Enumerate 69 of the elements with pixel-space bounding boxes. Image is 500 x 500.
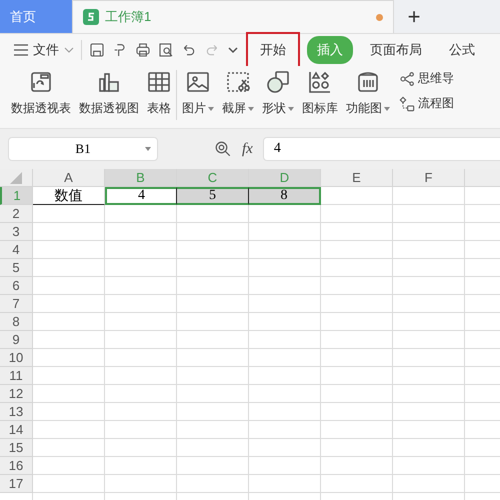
- row-header[interactable]: 13: [0, 403, 33, 421]
- ribbon-tab[interactable]: 页面布局: [360, 36, 432, 64]
- flowchart-icon: [399, 96, 415, 112]
- row-header[interactable]: 8: [0, 313, 33, 331]
- column-header[interactable]: F: [393, 169, 465, 187]
- table-cell: 5: [177, 187, 249, 205]
- function-chart-icon: [356, 70, 380, 94]
- row-header[interactable]: 15: [0, 439, 33, 457]
- ribbon-tool-button[interactable]: 思维导: [399, 70, 454, 87]
- row-header[interactable]: 4: [0, 241, 33, 259]
- save-icon: [89, 42, 105, 58]
- column-header[interactable]: A: [33, 169, 105, 187]
- row-header[interactable]: 2: [0, 205, 33, 223]
- select-all-corner[interactable]: [0, 169, 33, 187]
- bar-chart-icon: [97, 70, 121, 94]
- row-header[interactable]: 5: [0, 259, 33, 277]
- mind-map-icon: [399, 70, 415, 86]
- name-box[interactable]: B1: [8, 137, 158, 161]
- file-menu[interactable]: 文件: [14, 41, 74, 59]
- ribbon-tool-button[interactable]: 功能图: [343, 70, 393, 117]
- row-header[interactable]: 17: [0, 475, 33, 493]
- redo-icon: [204, 42, 220, 58]
- caret-icon: [384, 106, 390, 110]
- scissors-icon: [226, 70, 250, 94]
- formula-input[interactable]: 4: [262, 137, 500, 161]
- undo-icon: [181, 42, 197, 58]
- caret-icon: [288, 106, 294, 110]
- column-header[interactable]: [465, 169, 500, 187]
- ribbon-tool-button[interactable]: 截屏: [219, 70, 257, 117]
- spreadsheet-icon: [83, 9, 99, 25]
- ribbon-tool-button[interactable]: 图标库: [299, 70, 341, 117]
- row-header[interactable]: 3: [0, 223, 33, 241]
- new-tab-button[interactable]: +: [394, 0, 434, 33]
- caret-icon: [145, 147, 151, 151]
- chevron-down-icon: [64, 47, 74, 53]
- ribbon-tool-button[interactable]: 形状: [259, 70, 297, 117]
- ribbon-tab[interactable]: 公式: [439, 36, 485, 64]
- row-header[interactable]: 12: [0, 385, 33, 403]
- ribbon-tool-button[interactable]: 数据透视表: [8, 70, 74, 117]
- triangle-icon: [10, 172, 22, 184]
- table-cell: 数值: [33, 187, 105, 205]
- document-tab[interactable]: 工作簿1: [72, 0, 394, 33]
- pivot-table-icon: [29, 70, 53, 94]
- ribbon-tool-button[interactable]: 图片: [179, 70, 217, 117]
- home-tab[interactable]: 首页: [0, 0, 72, 33]
- zoom-icon: [214, 140, 232, 158]
- function-label[interactable]: fx: [242, 140, 253, 158]
- row-header[interactable]: 6: [0, 277, 33, 295]
- caret-icon: [248, 106, 254, 110]
- column-header[interactable]: E: [321, 169, 393, 187]
- shapes-grid-icon: [308, 70, 332, 94]
- ribbon-tool-button[interactable]: 表格: [144, 70, 174, 117]
- row-header[interactable]: 10: [0, 349, 33, 367]
- table-icon: [147, 70, 171, 94]
- row-header[interactable]: 11: [0, 367, 33, 385]
- row-header[interactable]: 9: [0, 331, 33, 349]
- caret-icon: [208, 106, 214, 110]
- shapes-icon: [266, 70, 290, 94]
- table-cell: 8: [249, 187, 321, 205]
- print-icon: [135, 42, 151, 58]
- row-header[interactable]: 7: [0, 295, 33, 313]
- row-header[interactable]: 14: [0, 421, 33, 439]
- menu-icon: [14, 44, 28, 56]
- table-cell: 4: [105, 187, 177, 205]
- ribbon-tool-button[interactable]: 流程图: [399, 95, 454, 112]
- row-header[interactable]: 16: [0, 457, 33, 475]
- ribbon-tool-button[interactable]: 数据透视图: [76, 70, 142, 117]
- print-preview-icon: [158, 42, 174, 58]
- picture-icon: [186, 70, 210, 94]
